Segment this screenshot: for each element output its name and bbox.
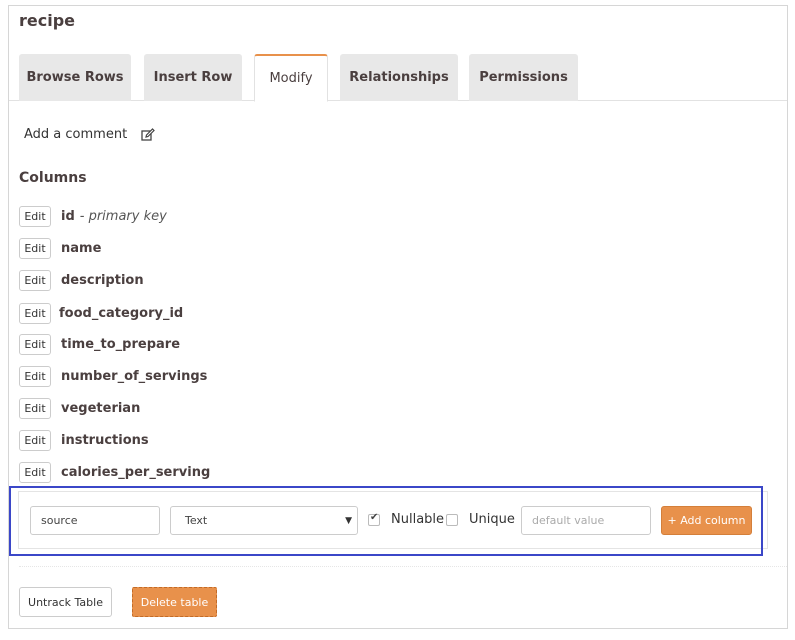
column-name: calories_per_serving (61, 464, 211, 480)
column-type-select[interactable]: Text ▼ (170, 506, 358, 535)
edit-column-button[interactable]: Edit (19, 429, 51, 451)
edit-column-button[interactable]: Edit (19, 333, 51, 355)
column-row: Edit id - primary key (19, 205, 167, 227)
delete-table-button[interactable]: Delete table (132, 587, 217, 617)
nullable-label: Nullable (391, 512, 445, 527)
column-row: Edit time_to_prepare (19, 333, 180, 355)
tab-bar: Browse Rows Insert Row Modify Relationsh… (9, 54, 787, 102)
edit-column-button[interactable]: Edit (19, 205, 51, 227)
column-note: - primary key (79, 208, 167, 224)
column-row: Edit name (19, 237, 101, 259)
edit-column-button[interactable]: Edit (19, 365, 51, 387)
add-comment-row: Add a comment (24, 127, 156, 142)
edit-column-button[interactable]: Edit (19, 397, 51, 419)
column-name: description (61, 272, 144, 288)
untrack-table-button[interactable]: Untrack Table (19, 587, 112, 617)
unique-checkbox[interactable] (446, 514, 458, 526)
column-name: instructions (61, 432, 149, 448)
column-row: Edit vegeterian (19, 397, 140, 419)
column-row: Edit description (19, 269, 144, 291)
column-type-value: Text (185, 514, 208, 527)
column-row: Edit number_of_servings (19, 365, 207, 387)
edit-column-button[interactable]: Edit (19, 461, 51, 483)
divider (19, 566, 787, 567)
column-row: Edit calories_per_serving (19, 461, 210, 483)
tab-insert-row[interactable]: Insert Row (144, 54, 242, 101)
unique-label: Unique (469, 512, 515, 527)
column-name: id (61, 208, 75, 224)
chevron-down-icon: ▼ (345, 516, 352, 526)
column-row: Edit instructions (19, 429, 149, 451)
page-title: recipe (19, 11, 76, 30)
column-name: time_to_prepare (61, 336, 181, 352)
columns-heading: Columns (19, 170, 87, 186)
tab-browse-rows[interactable]: Browse Rows (19, 54, 131, 101)
column-name-input[interactable]: source (30, 506, 160, 535)
tab-relationships[interactable]: Relationships (340, 54, 458, 101)
edit-column-button[interactable]: Edit (19, 269, 51, 291)
column-row: Edit food_category_id (19, 302, 183, 324)
nullable-checkbox[interactable] (368, 512, 380, 526)
column-name: food_category_id (59, 305, 184, 321)
edit-column-button[interactable]: Edit (19, 237, 51, 259)
default-value-input[interactable]: default value (521, 506, 651, 535)
column-name: vegeterian (61, 400, 141, 416)
column-name: number_of_servings (61, 368, 208, 384)
edit-icon[interactable] (141, 127, 156, 142)
column-name: name (61, 240, 102, 256)
tab-permissions[interactable]: Permissions (469, 54, 578, 101)
add-comment-label: Add a comment (24, 127, 128, 142)
tab-modify[interactable]: Modify (254, 54, 328, 102)
edit-column-button[interactable]: Edit (19, 302, 51, 324)
add-column-button[interactable]: + Add column (661, 506, 752, 535)
